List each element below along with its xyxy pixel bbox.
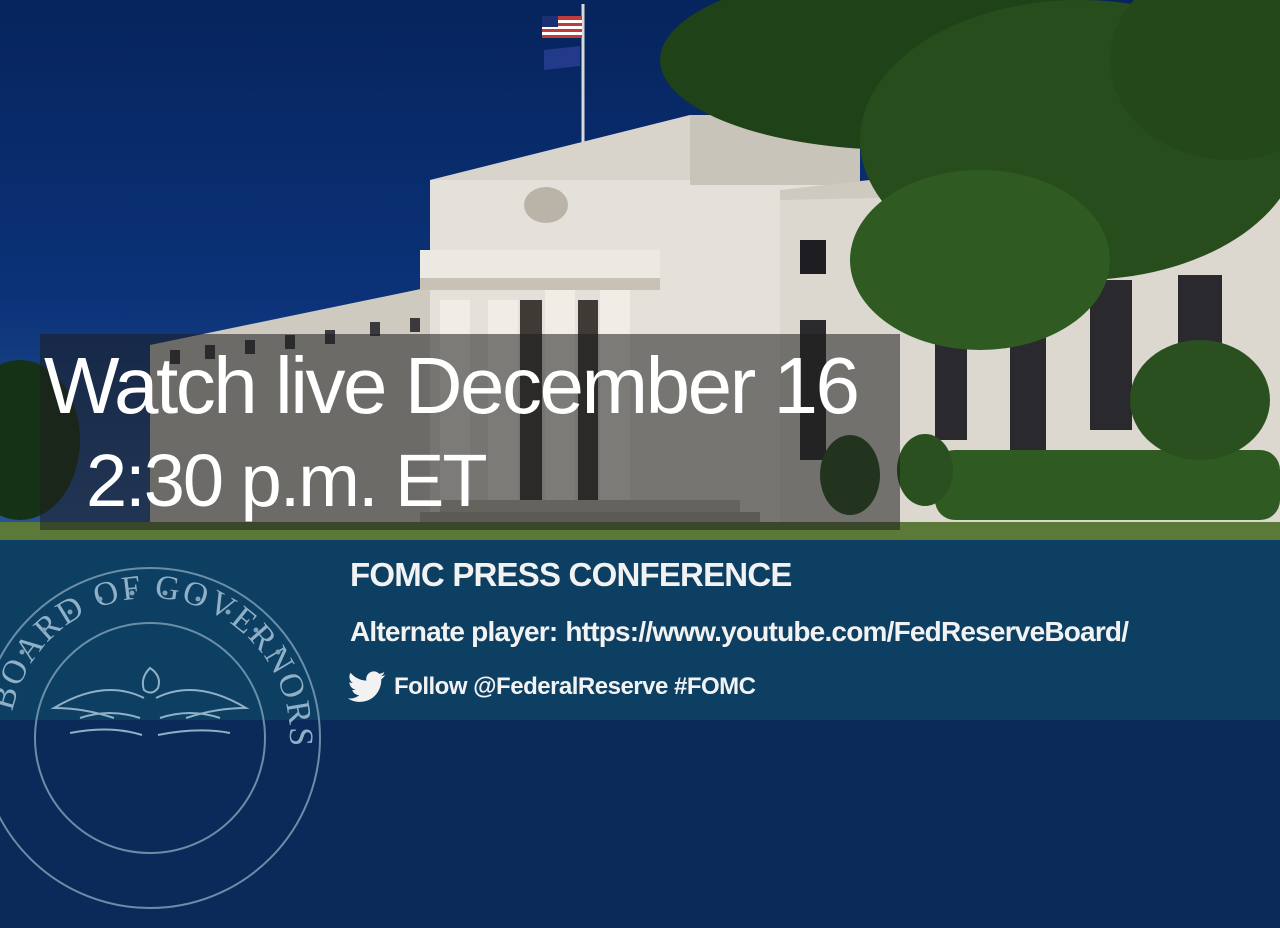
us-flag-icon (542, 16, 582, 38)
alternate-player-link[interactable]: https://www.youtube.com/FedReserveBoard/ (565, 616, 1129, 647)
conference-title: FOMC PRESS CONFERENCE (350, 556, 792, 593)
state-flag-icon (544, 46, 580, 70)
alternate-player-label: Alternate player: (350, 616, 558, 647)
seal-text: BOARD OF GOVERNORS (0, 569, 319, 749)
eagle-icon (50, 666, 250, 736)
alternate-player-line: Alternate player: https://www.youtube.com… (350, 616, 1129, 648)
event-title: Watch live December 16 (44, 341, 860, 430)
follow-row: Follow @FederalReserve #FOMC (347, 670, 756, 704)
event-time: 2:30 p.m. ET (86, 439, 488, 522)
twitter-bird-icon (347, 671, 386, 703)
federal-reserve-seal: BOARD OF GOVERNORS (0, 567, 321, 909)
follow-handle-text[interactable]: Follow @FederalReserve #FOMC (394, 673, 756, 701)
